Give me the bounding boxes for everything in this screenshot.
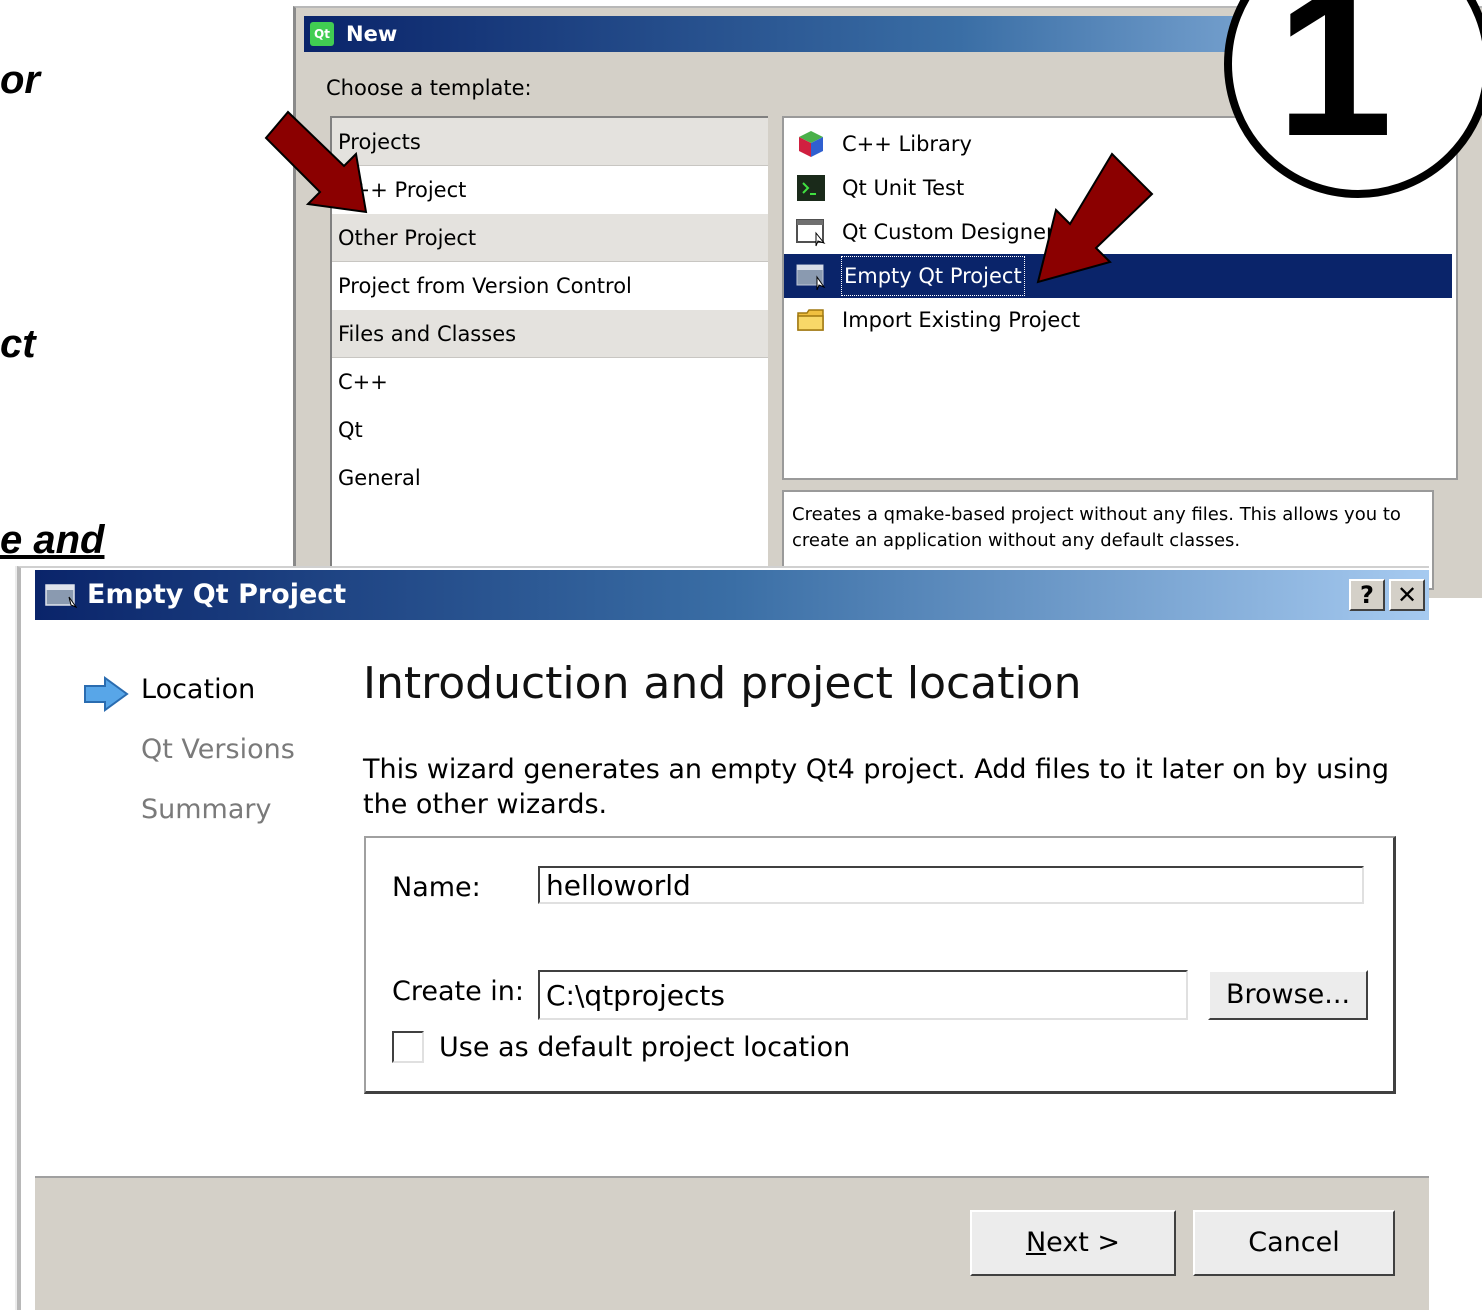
page-description: This wizard generates an empty Qt4 proje… bbox=[363, 754, 1390, 820]
category-cpp[interactable]: C++ bbox=[332, 358, 768, 406]
folder-icon bbox=[797, 309, 824, 331]
window-icon bbox=[796, 264, 826, 291]
side-text-3: e and bbox=[0, 518, 105, 562]
template-label: Empty Qt Project bbox=[841, 256, 1025, 296]
category-header-files-and-classes[interactable]: Files and Classes bbox=[332, 310, 768, 358]
cube-icon bbox=[799, 131, 823, 157]
template-label: Qt Custom Designer bbox=[842, 220, 1055, 244]
help-button[interactable]: ? bbox=[1349, 579, 1385, 611]
category-qt[interactable]: Qt bbox=[332, 406, 768, 454]
default-location-label[interactable]: Use as default project location bbox=[439, 1032, 850, 1063]
next-mnemonic: N bbox=[1025, 1227, 1047, 1258]
create-in-label: Create in: bbox=[392, 976, 525, 1007]
wizard-button-bar: Next > Cancel bbox=[35, 1176, 1429, 1310]
default-location-checkbox[interactable] bbox=[392, 1031, 424, 1063]
terminal-icon bbox=[797, 175, 825, 201]
annotation-arrow-left bbox=[264, 110, 368, 214]
category-header-other-project[interactable]: Other Project bbox=[332, 214, 768, 262]
wizard-title: Empty Qt Project bbox=[87, 579, 347, 610]
category-header-projects[interactable]: Projects bbox=[332, 118, 768, 166]
qt-logo-icon: Qt bbox=[310, 22, 334, 46]
close-button[interactable]: ✕ bbox=[1389, 579, 1425, 611]
choose-template-label: Choose a template: bbox=[326, 76, 532, 100]
new-dialog-title: New bbox=[346, 22, 398, 46]
next-button[interactable]: Next > bbox=[970, 1210, 1176, 1276]
window-icon bbox=[45, 584, 77, 608]
category-cpp-project[interactable]: C++ Project bbox=[332, 166, 768, 214]
wizard-titlebar[interactable]: Empty Qt Project ? ✕ bbox=[35, 570, 1429, 620]
step-number-text: 1 bbox=[1276, 0, 1393, 180]
template-label: C++ Library bbox=[842, 132, 972, 156]
step-summary: Summary bbox=[141, 794, 272, 825]
next-label: ext > bbox=[1046, 1227, 1121, 1258]
side-text-1: or bbox=[0, 58, 40, 102]
template-import-existing-project[interactable]: Import Existing Project bbox=[784, 298, 1452, 342]
step-location: Location bbox=[141, 674, 256, 705]
category-list[interactable]: Projects C++ Project Other Project Proje… bbox=[330, 116, 768, 578]
designer-window-icon bbox=[796, 219, 826, 247]
template-label: Qt Unit Test bbox=[842, 176, 965, 200]
side-text-2: ct bbox=[0, 322, 36, 366]
page-heading: Introduction and project location bbox=[363, 658, 1082, 709]
empty-qt-project-wizard: Empty Qt Project ? ✕ Location Qt Version… bbox=[17, 566, 1429, 1310]
template-label: Import Existing Project bbox=[842, 308, 1081, 332]
cancel-button[interactable]: Cancel bbox=[1193, 1210, 1395, 1276]
name-label: Name: bbox=[392, 872, 481, 903]
create-in-input[interactable]: C:\qtprojects bbox=[538, 970, 1188, 1020]
name-input[interactable]: helloworld bbox=[538, 866, 1364, 904]
category-general[interactable]: General bbox=[332, 454, 768, 502]
annotation-arrow-right bbox=[1036, 152, 1154, 284]
step-qt-versions: Qt Versions bbox=[141, 734, 295, 765]
browse-button[interactable]: Browse... bbox=[1208, 970, 1368, 1020]
category-project-from-vcs[interactable]: Project from Version Control bbox=[332, 262, 768, 310]
current-step-arrow-icon bbox=[84, 676, 129, 712]
